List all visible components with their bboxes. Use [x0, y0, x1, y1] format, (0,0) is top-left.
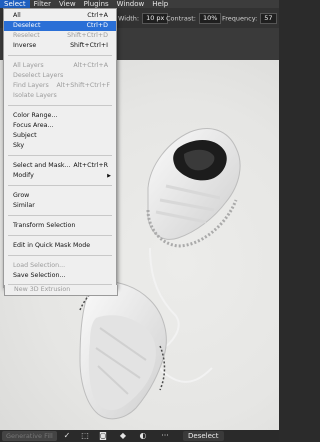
- menu-item-find-layers[interactable]: Find Layers Alt+Shift+Ctrl+F: [4, 81, 116, 91]
- shoe-bottom: [79, 281, 167, 420]
- menu-separator: [8, 105, 112, 106]
- width-option: Width: 10 px: [118, 13, 169, 24]
- submenu-arrow-icon: ▶: [107, 173, 111, 179]
- brush-icon[interactable]: ✓: [62, 431, 72, 441]
- menu-item-transform-selection[interactable]: Transform Selection: [4, 221, 116, 231]
- color-range-label: Color Range...: [13, 112, 58, 119]
- menu-window[interactable]: Window: [113, 0, 149, 8]
- grow-label: Grow: [13, 192, 30, 199]
- menu-item-deselect[interactable]: Deselect Ctrl+D: [4, 21, 116, 31]
- menu-item-similar[interactable]: Similar: [4, 201, 116, 211]
- contextual-task-bar: Generative Fill ✓ ⬚ ◙ ◆ ◐ ··· Deselect: [0, 430, 279, 442]
- subject-label: Subject: [13, 132, 37, 139]
- menu-item-all-layers[interactable]: All Layers Alt+Ctrl+A: [4, 61, 116, 71]
- select-and-mask-label: Select and Mask...: [13, 162, 71, 169]
- similar-label: Similar: [13, 202, 35, 209]
- menu-item-focus-area[interactable]: Focus Area...: [4, 121, 116, 131]
- menu-item-inverse[interactable]: Inverse Shift+Ctrl+I: [4, 41, 116, 51]
- contrast-option: Contrast: 10%: [166, 13, 222, 24]
- menu-item-new-3d-extrusion[interactable]: New 3D Extrusion: [4, 285, 118, 296]
- menu-item-grow[interactable]: Grow: [4, 191, 116, 201]
- menubar: Select Filter View Plugins Window Help: [0, 0, 279, 8]
- shoe-top: [146, 128, 241, 248]
- menu-item-modify[interactable]: Modify ▶: [4, 171, 116, 181]
- menu-view[interactable]: View: [55, 0, 80, 8]
- modify-label: Modify: [13, 172, 34, 179]
- all-layers-shortcut: Alt+Ctrl+A: [73, 62, 108, 69]
- menu-separator: [8, 185, 112, 186]
- quick-mask-label: Edit in Quick Mask Mode: [13, 242, 91, 249]
- menu-item-all[interactable]: All Ctrl+A: [4, 11, 116, 21]
- frequency-label: Frequency:: [222, 14, 258, 23]
- all-label: All: [13, 12, 21, 19]
- menu-item-select-and-mask[interactable]: Select and Mask... Alt+Ctrl+R: [4, 161, 116, 171]
- inverse-label: Inverse: [13, 42, 37, 49]
- generative-fill-button[interactable]: Generative Fill: [2, 431, 57, 441]
- contrast-input[interactable]: 10%: [198, 13, 222, 24]
- menu-item-save-selection[interactable]: Save Selection...: [4, 271, 116, 281]
- all-layers-label: All Layers: [13, 62, 44, 69]
- width-input[interactable]: 10 px: [142, 13, 169, 24]
- find-layers-shortcut: Alt+Shift+Ctrl+F: [56, 82, 111, 89]
- select-and-mask-shortcut: Alt+Ctrl+R: [73, 162, 108, 169]
- menu-separator: [8, 235, 112, 236]
- adjustment-icon[interactable]: ◐: [138, 431, 148, 441]
- menu-select[interactable]: Select: [0, 0, 30, 8]
- menu-filter[interactable]: Filter: [30, 0, 55, 8]
- menu-item-subject[interactable]: Subject: [4, 131, 116, 141]
- deselect-label: Deselect: [13, 22, 41, 29]
- menu-separator: [8, 255, 112, 256]
- transform-icon[interactable]: ⬚: [80, 431, 90, 441]
- menu-separator: [8, 55, 112, 56]
- deselect-shortcut: Ctrl+D: [86, 22, 108, 29]
- width-label: Width:: [118, 14, 140, 23]
- menu-separator: [8, 155, 112, 156]
- deselect-button[interactable]: Deselect: [183, 431, 224, 441]
- fill-icon[interactable]: ◆: [118, 431, 128, 441]
- select-dropdown-menu: All Ctrl+A Deselect Ctrl+D Reselect Shif…: [3, 8, 117, 288]
- find-layers-label: Find Layers: [13, 82, 49, 89]
- mask-icon[interactable]: ◙: [98, 431, 108, 441]
- menu-item-isolate-layers[interactable]: Isolate Layers: [4, 91, 116, 101]
- frequency-option: Frequency: 57: [222, 13, 277, 24]
- menu-separator: [8, 215, 112, 216]
- frequency-input[interactable]: 57: [260, 13, 277, 24]
- inverse-shortcut: Shift+Ctrl+I: [70, 42, 108, 49]
- sky-label: Sky: [13, 142, 25, 149]
- load-selection-label: Load Selection...: [13, 262, 66, 269]
- menu-item-sky[interactable]: Sky: [4, 141, 116, 151]
- menu-item-deselect-layers[interactable]: Deselect Layers: [4, 71, 116, 81]
- menu-item-color-range[interactable]: Color Range...: [4, 111, 116, 121]
- menu-item-reselect[interactable]: Reselect Shift+Ctrl+D: [4, 31, 116, 41]
- deselect-layers-label: Deselect Layers: [13, 72, 64, 79]
- new-3d-extrusion-label: New 3D Extrusion: [14, 286, 71, 293]
- focus-area-label: Focus Area...: [13, 122, 54, 129]
- reselect-shortcut: Shift+Ctrl+D: [67, 32, 108, 39]
- all-shortcut: Ctrl+A: [87, 12, 108, 19]
- menu-help[interactable]: Help: [148, 0, 172, 8]
- menu-item-quick-mask[interactable]: Edit in Quick Mask Mode: [4, 241, 116, 251]
- contrast-label: Contrast:: [166, 14, 196, 23]
- save-selection-label: Save Selection...: [13, 272, 66, 279]
- reselect-label: Reselect: [13, 32, 40, 39]
- more-options-icon[interactable]: ···: [160, 431, 170, 441]
- menu-plugins[interactable]: Plugins: [80, 0, 113, 8]
- transform-selection-label: Transform Selection: [13, 222, 76, 229]
- menu-item-load-selection[interactable]: Load Selection...: [4, 261, 116, 271]
- isolate-layers-label: Isolate Layers: [13, 92, 57, 99]
